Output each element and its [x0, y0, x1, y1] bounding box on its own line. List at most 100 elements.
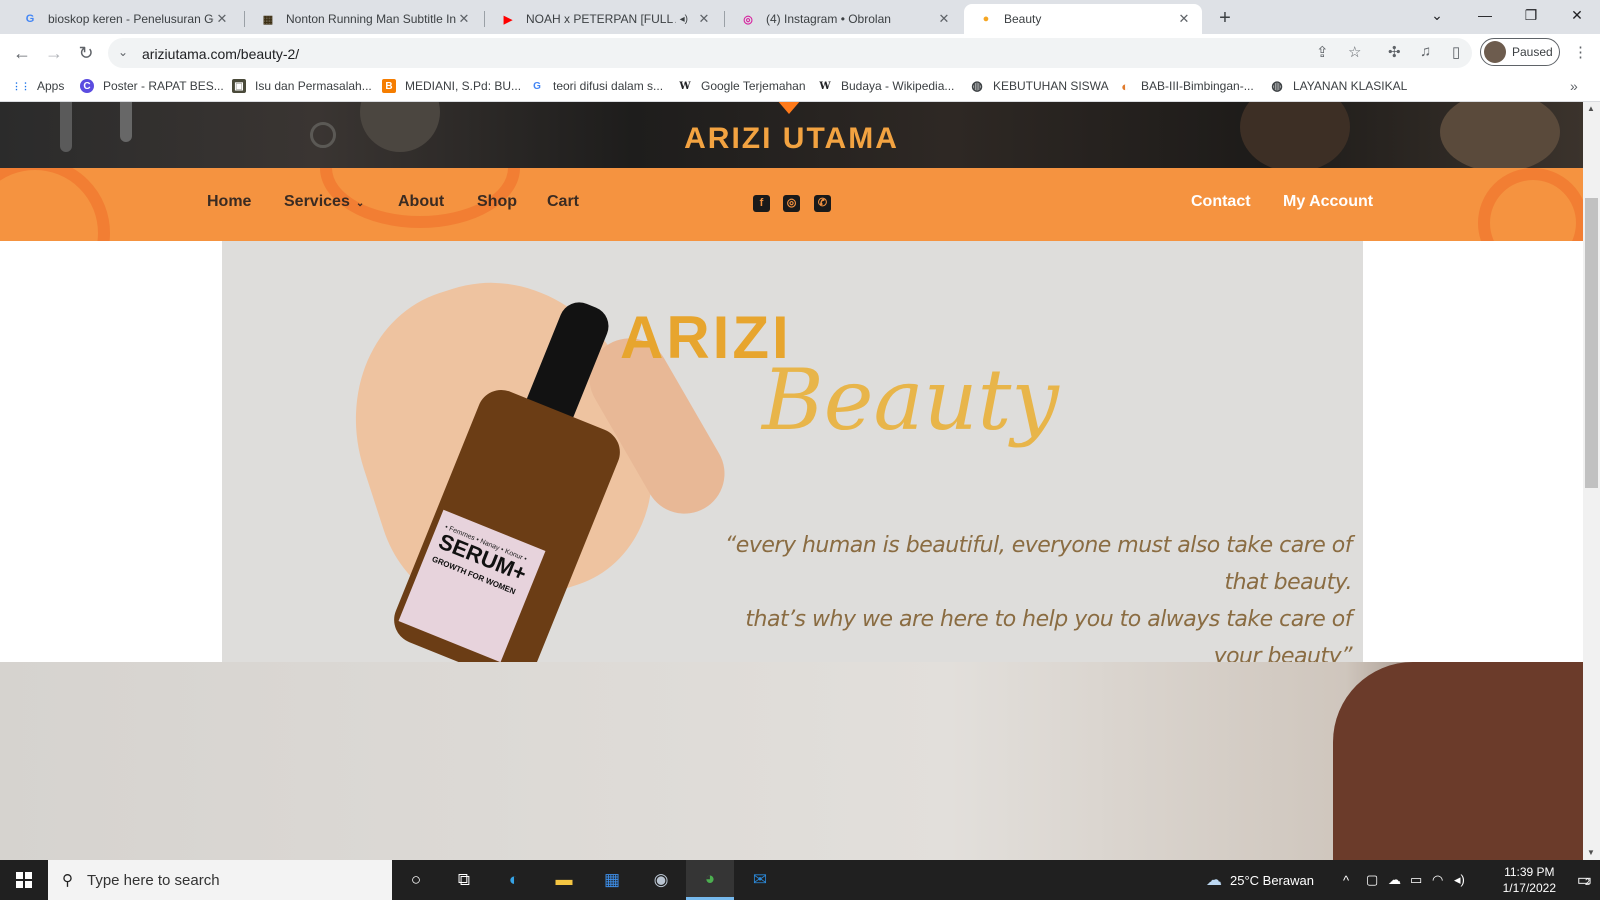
forward-arrow-icon[interactable]: →	[42, 41, 66, 65]
scroll-down-arrow-icon[interactable]: ▼	[1587, 848, 1595, 857]
tab-title: Nonton Running Man Subtitle In	[286, 12, 456, 26]
close-tab-icon[interactable]: ✕	[696, 11, 712, 27]
site-logo[interactable]: ARIZI UTAMA	[0, 102, 1583, 156]
facebook-icon[interactable]: f	[753, 195, 770, 212]
weather-widget[interactable]: ☁ 25°C Berawan	[1206, 860, 1314, 900]
tab-beauty[interactable]: ● Beauty ✕	[964, 4, 1202, 34]
store-icon[interactable]: ▦	[588, 860, 636, 900]
second-section-image	[0, 662, 1583, 860]
start-button[interactable]	[0, 860, 48, 900]
bookmarks-overflow-icon[interactable]: »	[1570, 78, 1578, 94]
tagline-quote: “every human is beautiful, everyone must…	[692, 527, 1353, 662]
quote-line-1: “every human is beautiful, everyone must…	[724, 533, 1353, 595]
main-navigation: Home Services ⌄ About Shop Cart f ◎ ✆ Con…	[0, 168, 1583, 241]
speaker-icon[interactable]: ◂)	[680, 14, 688, 25]
cortana-circle-icon[interactable]: ○	[392, 860, 440, 900]
close-tab-icon[interactable]: ✕	[936, 11, 952, 27]
edge-icon[interactable]: ◐	[490, 860, 538, 900]
tab-strip: G bioskop keren - Penelusuran Goo ✕ ▦ No…	[0, 0, 1600, 34]
url-text[interactable]: ariziutama.com/beauty-2/	[142, 46, 299, 62]
close-window-button[interactable]: ✕	[1554, 0, 1600, 30]
cloud-icon: ☁	[1206, 872, 1222, 889]
volume-icon[interactable]: ◂)	[1454, 860, 1465, 900]
instagram-icon[interactable]: ◎	[783, 195, 800, 212]
bookmark-apps[interactable]: ⋮⋮ Apps	[12, 79, 64, 93]
nav-cart[interactable]: Cart	[547, 193, 579, 211]
file-explorer-icon[interactable]: ▬	[540, 860, 588, 900]
tab-running-man[interactable]: ▦ Nonton Running Man Subtitle In ✕	[246, 4, 482, 34]
whatsapp-icon[interactable]: ✆	[814, 195, 831, 212]
chrome-icon[interactable]: ◕	[686, 860, 734, 900]
bookmark-label: Budaya - Wikipedia...	[841, 79, 955, 93]
bookmark-label: teori difusi dalam s...	[553, 79, 664, 93]
bookmark-star-icon[interactable]: ☆	[1348, 43, 1361, 61]
tray-chevron-icon[interactable]: ^	[1343, 860, 1349, 900]
meet-now-icon[interactable]: ▢	[1366, 860, 1378, 900]
task-view-icon[interactable]: ⧉	[440, 860, 488, 900]
globe-icon: ◍	[971, 78, 983, 93]
camera-icon[interactable]: ◉	[637, 860, 685, 900]
doc-icon: ◐	[1121, 78, 1129, 94]
back-arrow-icon[interactable]: ←	[10, 41, 34, 65]
decor-flame-shape	[1478, 168, 1583, 241]
nav-contact[interactable]: Contact	[1191, 193, 1251, 211]
close-tab-icon[interactable]: ✕	[214, 11, 230, 27]
bookmark-google-terjemahan[interactable]: W Google Terjemahan	[678, 79, 806, 93]
bookmark-bab-iii[interactable]: ◐ BAB-III-Bimbingan-...	[1118, 78, 1254, 94]
share-icon[interactable]: ⇪	[1316, 43, 1329, 61]
bookmark-label: Isu dan Permasalah...	[255, 79, 372, 93]
bookmark-budaya[interactable]: W Budaya - Wikipedia...	[818, 79, 954, 93]
nav-home[interactable]: Home	[207, 193, 251, 211]
bookmark-kebutuhan-siswa[interactable]: ◍ KEBUTUHAN SISWA	[970, 78, 1108, 93]
page-scrollbar[interactable]: ▲ ▼	[1583, 102, 1600, 860]
bookmark-layanan-klasikal[interactable]: ◍ LAYANAN KLASIKAL	[1270, 78, 1408, 93]
address-bar[interactable]: ⌄ ariziutama.com/beauty-2/ ⇪ ☆	[108, 38, 1472, 68]
reload-icon[interactable]: ↻	[74, 41, 98, 65]
windows-taskbar: ⚲ Type here to search ○ ⧉ ◐ ▬ ▦ ◉ ◕ ✉ ☁ …	[0, 860, 1600, 900]
bookmark-teori-difusi[interactable]: G teori difusi dalam s...	[530, 79, 663, 93]
battery-icon[interactable]: ▭	[1410, 860, 1422, 900]
brand-name: ARIZI UTAMA	[684, 122, 899, 155]
site-info-icon[interactable]: ⌄	[118, 45, 128, 59]
wifi-icon[interactable]: ◠	[1432, 860, 1443, 900]
nav-about[interactable]: About	[398, 193, 444, 211]
scroll-up-arrow-icon[interactable]: ▲	[1587, 104, 1595, 113]
tab-google-search[interactable]: G bioskop keren - Penelusuran Goo ✕	[8, 4, 240, 34]
decor-flame-shape	[0, 168, 110, 241]
system-clock[interactable]: 11:39 PM 1/17/2022	[1503, 864, 1556, 896]
mail-icon[interactable]: ✉	[736, 860, 784, 900]
new-tab-button[interactable]: +	[1212, 5, 1238, 31]
scrollbar-thumb[interactable]	[1585, 198, 1598, 488]
wikipedia-icon: W	[819, 80, 831, 92]
nav-my-account[interactable]: My Account	[1283, 193, 1373, 211]
page-viewport: ARIZI UTAMA Home Services ⌄ About Shop Ca…	[0, 102, 1583, 860]
restore-button[interactable]: ❐	[1508, 0, 1554, 30]
close-tab-icon[interactable]: ✕	[1176, 11, 1192, 27]
bookmark-poster[interactable]: C Poster - RAPAT BES...	[80, 79, 224, 93]
notification-center-icon[interactable]: ▭2	[1577, 870, 1592, 890]
menu-kebab-icon[interactable]: ⋮	[1573, 43, 1588, 61]
profile-button[interactable]: Paused	[1480, 38, 1560, 66]
nav-services[interactable]: Services ⌄	[284, 193, 364, 211]
side-panel-icon[interactable]: ▯	[1452, 43, 1460, 61]
beauty-banner: • Femmes • Nanay • Konur • SERUM+ GROWTH…	[222, 241, 1363, 662]
apps-grid-icon: ⋮⋮	[12, 80, 30, 91]
tab-title: NOAH x PETERPAN [FULL AL	[526, 12, 676, 26]
bookmark-isu[interactable]: ▣ Isu dan Permasalah...	[232, 79, 372, 93]
close-tab-icon[interactable]: ✕	[456, 11, 472, 27]
tab-youtube-noah[interactable]: ▶ NOAH x PETERPAN [FULL AL ◂) ✕	[486, 4, 722, 34]
onedrive-cloud-icon[interactable]: ☁	[1388, 860, 1401, 900]
tab-instagram[interactable]: ◎ (4) Instagram • Obrolan ✕	[726, 4, 962, 34]
bookmark-label: BAB-III-Bimbingan-...	[1141, 79, 1254, 93]
bookmark-label: Google Terjemahan	[701, 79, 806, 93]
youtube-icon: ▶	[503, 13, 513, 26]
media-controls-icon[interactable]: ♫	[1420, 43, 1431, 60]
taskbar-search-box[interactable]: ⚲ Type here to search	[48, 860, 392, 900]
nav-shop[interactable]: Shop	[477, 193, 517, 211]
bookmark-label: LAYANAN KLASIKAL	[1293, 79, 1408, 93]
minimize-button[interactable]: —	[1462, 0, 1508, 30]
bookmark-mediani[interactable]: B MEDIANI, S.Pd: BU...	[382, 79, 521, 93]
tab-search-dropdown-icon[interactable]: ⌄	[1414, 0, 1460, 30]
extensions-puzzle-icon[interactable]: ✣	[1388, 43, 1401, 61]
clock-date: 1/17/2022	[1502, 881, 1556, 895]
